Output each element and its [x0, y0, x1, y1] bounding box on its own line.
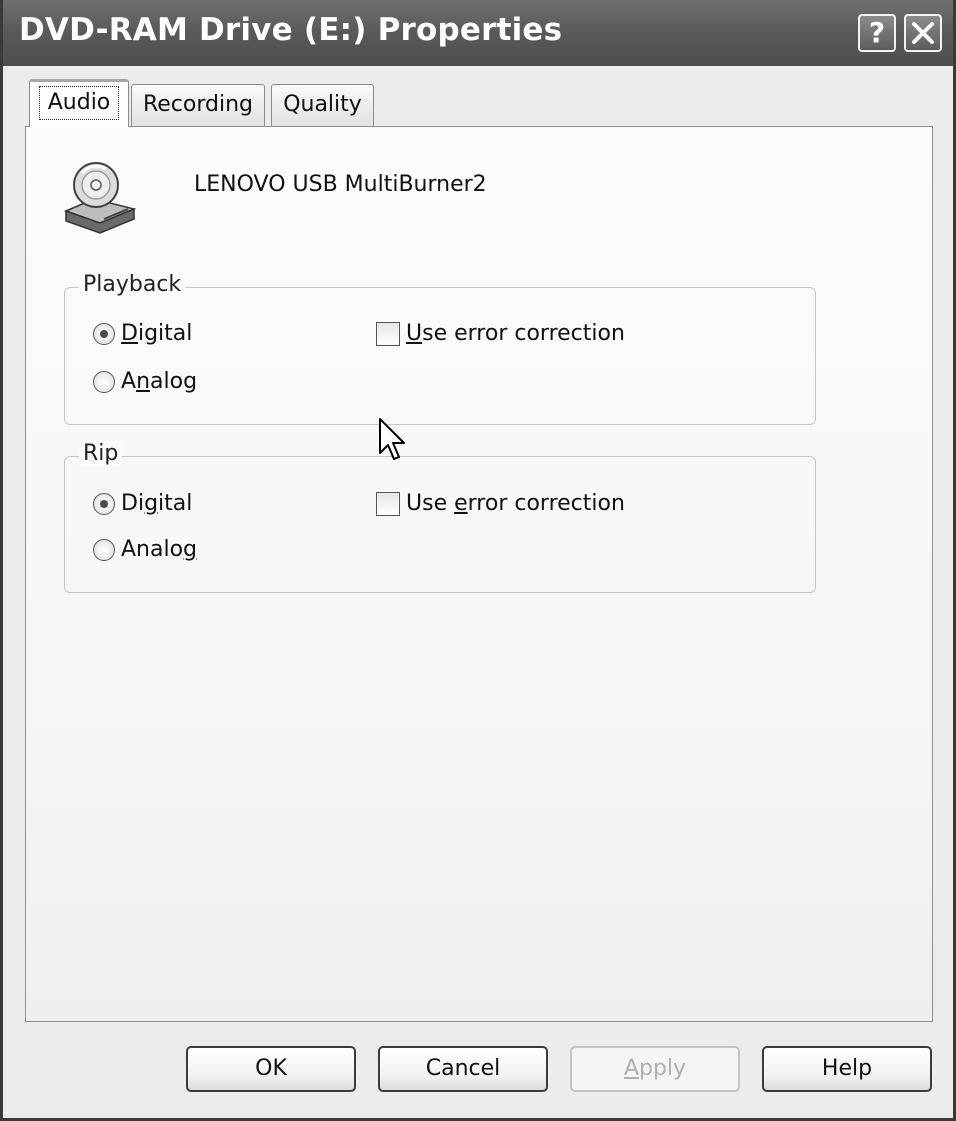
radio-unselected-icon	[93, 538, 115, 561]
tab-recording[interactable]: Recording	[131, 84, 265, 126]
cd-drive-icon	[63, 162, 137, 234]
playback-digital-radio[interactable]: Digital	[93, 321, 192, 346]
tab-quality[interactable]: Quality	[271, 84, 374, 126]
window-title: DVD-RAM Drive (E:) Properties	[19, 12, 563, 48]
playback-legend: Playback	[79, 272, 186, 297]
tab-quality-label: Quality	[283, 92, 362, 117]
checkbox-icon	[376, 491, 400, 516]
rip-analog-radio[interactable]: Analog	[93, 537, 197, 562]
radio-unselected-icon	[93, 370, 115, 393]
checkbox-icon	[376, 321, 400, 346]
rip-digital-radio[interactable]: Digital	[93, 491, 192, 516]
cancel-button[interactable]: Cancel	[378, 1046, 548, 1092]
mouse-pointer-icon	[379, 418, 405, 460]
rip-error-correction-checkbox[interactable]: Use error correction	[376, 491, 625, 516]
rip-error-correction-label: Use error correction	[406, 491, 625, 516]
playback-digital-label: Digital	[121, 321, 193, 346]
audio-tab-panel: LENOVO USB MultiBurner2 Playback Digital…	[25, 126, 933, 1022]
help-button[interactable]: Help	[762, 1046, 932, 1092]
device-name: LENOVO USB MultiBurner2	[194, 172, 487, 197]
close-button[interactable]	[904, 14, 942, 52]
radio-selected-icon	[93, 492, 115, 515]
help-title-button[interactable]: ?	[858, 14, 896, 52]
playback-error-correction-checkbox[interactable]: Use error correction	[376, 321, 625, 346]
rip-analog-label: Analog	[121, 537, 198, 562]
playback-analog-label: Analog	[121, 369, 198, 394]
properties-dialog: DVD-RAM Drive (E:) Properties ? Audio Re…	[0, 0, 956, 1121]
apply-button[interactable]: Apply	[570, 1046, 740, 1092]
tab-recording-label: Recording	[142, 92, 254, 117]
close-icon	[912, 22, 934, 44]
ok-button[interactable]: OK	[186, 1046, 356, 1092]
tab-audio-label: Audio	[38, 86, 120, 120]
playback-error-correction-label: Use error correction	[406, 321, 625, 346]
rip-group: Rip Digital Analog Use error correction	[64, 441, 816, 593]
radio-selected-icon	[93, 322, 115, 345]
playback-group: Playback Digital Analog Use error correc…	[64, 272, 816, 425]
title-bar[interactable]: DVD-RAM Drive (E:) Properties ?	[3, 0, 953, 66]
rip-legend: Rip	[79, 441, 123, 466]
tab-audio[interactable]: Audio	[29, 79, 129, 127]
rip-digital-label: Digital	[121, 491, 193, 516]
playback-analog-radio[interactable]: Analog	[93, 369, 197, 394]
